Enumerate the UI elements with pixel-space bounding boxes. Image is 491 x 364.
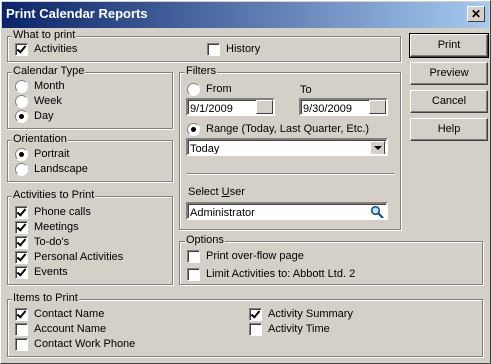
contact-work-phone-checkbox-box[interactable] bbox=[15, 337, 28, 351]
account-name-label: Account Name bbox=[34, 323, 107, 335]
items-to-print-legend: Items to Print bbox=[12, 292, 79, 304]
todos-checkbox-box[interactable] bbox=[15, 235, 28, 249]
account-name-checkbox[interactable]: Account Name bbox=[15, 322, 106, 337]
contact-name-checkbox-box[interactable] bbox=[15, 307, 28, 321]
limit-activities-checkbox-box[interactable] bbox=[187, 267, 200, 281]
events-label: Events bbox=[34, 266, 68, 278]
calendar-type-month-radio[interactable]: Month bbox=[15, 79, 65, 94]
activity-summary-checkbox[interactable]: Activity Summary bbox=[249, 307, 353, 322]
contact-name-label: Contact Name bbox=[34, 308, 105, 320]
close-button[interactable]: ✕ bbox=[467, 6, 485, 22]
activity-time-label: Activity Time bbox=[268, 323, 330, 335]
portrait-radio-dot[interactable] bbox=[15, 147, 28, 161]
filters-legend: Filters bbox=[185, 65, 217, 77]
calendar-type-legend: Calendar Type bbox=[12, 65, 86, 77]
select-user-label-accel: U bbox=[221, 186, 230, 198]
activity-summary-checkbox-box[interactable] bbox=[249, 307, 262, 321]
day-radio-label: Day bbox=[34, 110, 54, 122]
meetings-checkbox[interactable]: Meetings bbox=[15, 220, 79, 235]
select-user-field[interactable]: Administrator bbox=[186, 202, 388, 220]
week-radio-dot[interactable] bbox=[15, 94, 28, 108]
personal-activities-checkbox[interactable]: Personal Activities bbox=[15, 250, 123, 265]
window-title: Print Calendar Reports bbox=[6, 6, 148, 21]
phone-calls-checkbox[interactable]: Phone calls bbox=[15, 205, 91, 220]
print-calendar-reports-dialog: Print Calendar Reports ✕ What to print A… bbox=[0, 0, 491, 364]
account-name-checkbox-box[interactable] bbox=[15, 322, 28, 336]
print-button[interactable]: Print bbox=[409, 33, 489, 58]
orientation-portrait-radio[interactable]: Portrait bbox=[15, 147, 69, 162]
history-checkbox-box[interactable] bbox=[207, 42, 220, 56]
events-checkbox-box[interactable] bbox=[15, 265, 28, 279]
calendar-type-week-radio[interactable]: Week bbox=[15, 94, 62, 109]
print-overflow-checkbox[interactable]: Print over-flow page bbox=[187, 249, 304, 264]
to-date-value: 9/30/2009 bbox=[303, 103, 352, 115]
orientation-landscape-radio[interactable]: Landscape bbox=[15, 162, 88, 177]
contact-work-phone-label: Contact Work Phone bbox=[34, 338, 136, 350]
calendar-type-day-radio[interactable]: Day bbox=[15, 109, 54, 124]
week-radio-label: Week bbox=[34, 95, 62, 107]
range-select-value: Today bbox=[190, 143, 220, 155]
activity-summary-label: Activity Summary bbox=[268, 308, 353, 320]
select-user-value: Administrator bbox=[190, 207, 255, 219]
personal-activities-checkbox-box[interactable] bbox=[15, 250, 28, 264]
todos-checkbox[interactable]: To-do's bbox=[15, 235, 69, 250]
landscape-radio-dot[interactable] bbox=[15, 162, 28, 176]
history-checkbox[interactable]: History bbox=[207, 42, 260, 57]
activities-checkbox[interactable]: Activities bbox=[15, 42, 77, 57]
todos-label: To-do's bbox=[34, 236, 70, 248]
from-radio-dot[interactable] bbox=[187, 82, 200, 96]
activities-checkbox-label: Activities bbox=[34, 43, 78, 55]
to-date-picker-button[interactable] bbox=[369, 100, 386, 114]
phone-calls-checkbox-box[interactable] bbox=[15, 205, 28, 219]
limit-activities-label: Limit Activities to: Abbott Ltd. 2 bbox=[206, 268, 356, 280]
meetings-checkbox-box[interactable] bbox=[15, 220, 28, 234]
from-date-picker-button[interactable] bbox=[256, 100, 273, 114]
print-overflow-label: Print over-flow page bbox=[206, 250, 304, 262]
portrait-radio-label: Portrait bbox=[34, 148, 70, 160]
personal-activities-label: Personal Activities bbox=[34, 251, 124, 263]
phone-calls-label: Phone calls bbox=[34, 206, 91, 218]
month-radio-dot[interactable] bbox=[15, 79, 28, 93]
select-user-label-pre: Select bbox=[188, 186, 222, 198]
day-radio-dot[interactable] bbox=[15, 109, 28, 123]
what-to-print-legend: What to print bbox=[12, 29, 77, 41]
from-radio[interactable]: From bbox=[187, 82, 232, 97]
contact-work-phone-checkbox[interactable]: Contact Work Phone bbox=[15, 337, 135, 352]
select-user-label-post: ser bbox=[229, 186, 245, 198]
filters-separator bbox=[187, 173, 394, 175]
month-radio-label: Month bbox=[34, 80, 65, 92]
range-radio[interactable]: Range (Today, Last Quarter, Etc.) bbox=[187, 122, 369, 137]
magnifier-icon[interactable] bbox=[370, 205, 384, 219]
chevron-down-icon[interactable] bbox=[370, 141, 385, 154]
activity-time-checkbox-box[interactable] bbox=[249, 322, 262, 336]
limit-activities-checkbox[interactable]: Limit Activities to: Abbott Ltd. 2 bbox=[187, 267, 355, 282]
to-label: To bbox=[300, 84, 312, 96]
range-radio-dot[interactable] bbox=[187, 122, 200, 136]
activities-to-print-legend: Activities to Print bbox=[12, 189, 96, 201]
close-icon: ✕ bbox=[470, 7, 482, 21]
range-select[interactable]: Today bbox=[186, 138, 388, 156]
activity-time-checkbox[interactable]: Activity Time bbox=[249, 322, 330, 337]
events-checkbox[interactable]: Events bbox=[15, 265, 68, 280]
cancel-button[interactable]: Cancel bbox=[410, 90, 488, 113]
contact-name-checkbox[interactable]: Contact Name bbox=[15, 307, 104, 322]
help-button[interactable]: Help bbox=[410, 118, 488, 141]
title-bar[interactable]: Print Calendar Reports ✕ bbox=[2, 2, 489, 28]
meetings-label: Meetings bbox=[34, 221, 79, 233]
print-overflow-checkbox-box[interactable] bbox=[187, 249, 200, 263]
preview-button[interactable]: Preview bbox=[410, 62, 488, 85]
history-checkbox-label: History bbox=[226, 43, 261, 55]
activities-checkbox-box[interactable] bbox=[15, 42, 28, 56]
landscape-radio-label: Landscape bbox=[34, 163, 88, 175]
from-date-value: 9/1/2009 bbox=[190, 103, 233, 115]
range-label: Range (Today, Last Quarter, Etc.) bbox=[206, 123, 370, 135]
select-user-label: Select User bbox=[188, 185, 245, 200]
options-legend: Options bbox=[185, 234, 225, 246]
orientation-legend: Orientation bbox=[12, 133, 68, 145]
from-label: From bbox=[206, 83, 232, 95]
